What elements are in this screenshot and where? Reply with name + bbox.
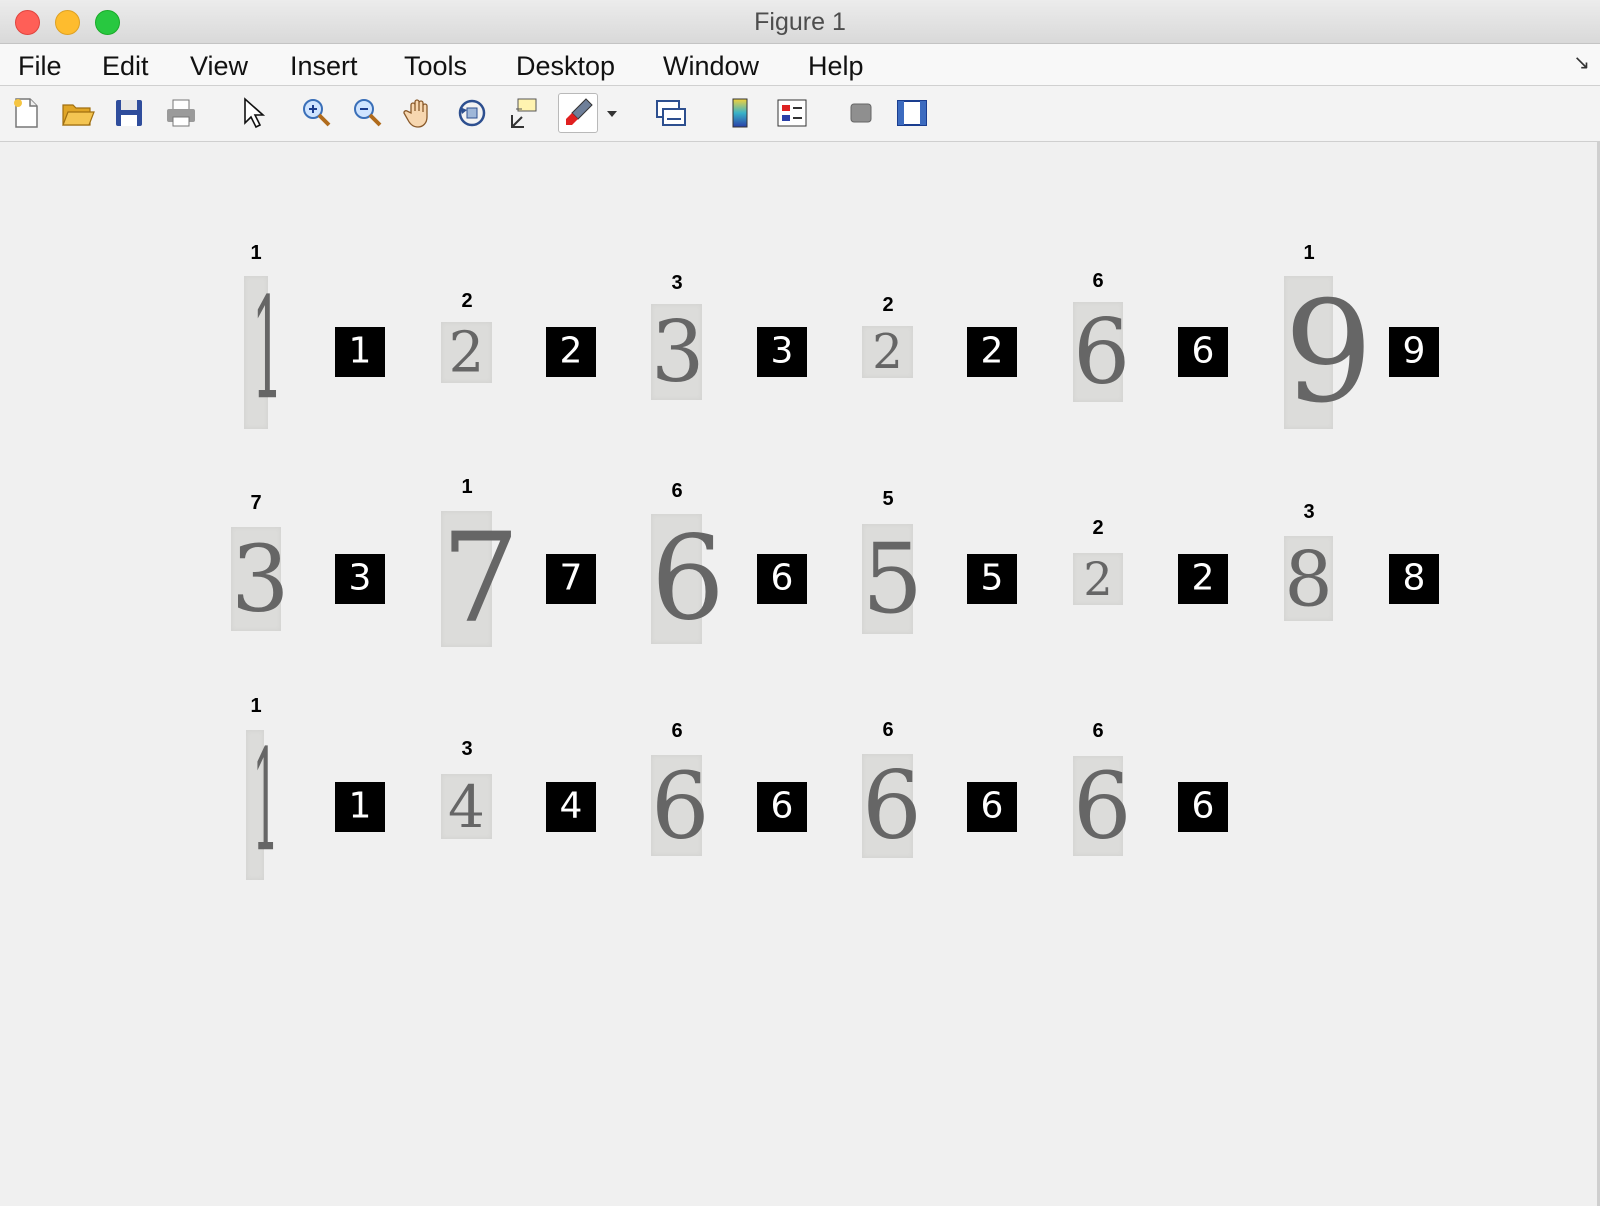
menu-tools[interactable]: Tools [404, 44, 467, 86]
subplot-title: 6 [1092, 270, 1104, 292]
menu-window[interactable]: Window [663, 44, 759, 86]
grayscale-digit-image: 1 [246, 720, 279, 883]
grayscale-digit-image: 2 [1073, 552, 1123, 606]
binary-digit-image: 3 [335, 554, 385, 604]
grayscale-digit-image: 6 [651, 511, 725, 647]
grayscale-digit-image: 2 [441, 320, 492, 385]
dock-arrow-icon[interactable]: ↘ [1573, 50, 1590, 75]
subplot-title: 1 [1303, 242, 1315, 264]
binary-digit-image: 1 [335, 782, 385, 832]
menu-edit[interactable]: Edit [102, 44, 149, 86]
figure-toolbar [0, 86, 1600, 142]
rotate-3d-icon[interactable] [454, 95, 490, 131]
subplot-title: 3 [461, 738, 473, 760]
grayscale-digit-image: 4 [441, 773, 492, 841]
grayscale-digit-image: 3 [231, 525, 290, 633]
brush-icon[interactable] [558, 93, 598, 133]
grayscale-digit-image: 6 [862, 751, 922, 861]
binary-digit-image: 6 [967, 782, 1017, 832]
data-cursor-icon[interactable] [506, 95, 542, 131]
binary-digit-image: 6 [757, 554, 807, 604]
menu-help[interactable]: Help [808, 44, 864, 86]
subplot-title: 5 [882, 488, 894, 510]
zoom-in-icon[interactable] [299, 95, 335, 131]
grayscale-digit-image: 2 [862, 324, 913, 380]
menu-bar: File Edit View Insert Tools Desktop Wind… [0, 44, 1600, 86]
binary-digit-image: 3 [757, 327, 807, 377]
grayscale-digit-image: 6 [1073, 752, 1132, 860]
subplot-title: 1 [461, 476, 473, 498]
grayscale-digit-image: 1 [244, 268, 283, 431]
hide-plot-tools-icon[interactable] [843, 95, 879, 131]
subplot-title: 1 [250, 242, 262, 264]
link-plot-icon[interactable] [653, 95, 689, 131]
menu-desktop[interactable]: Desktop [516, 44, 615, 86]
subplot-title: 7 [250, 492, 262, 514]
subplot-title: 1 [250, 695, 262, 717]
new-figure-icon[interactable] [8, 95, 44, 131]
binary-digit-image: 4 [546, 782, 596, 832]
subplot-title: 2 [882, 294, 894, 316]
menu-file[interactable]: File [18, 44, 62, 86]
subplot-title: 3 [1303, 501, 1315, 523]
binary-digit-image: 7 [546, 554, 596, 604]
binary-digit-image: 1 [335, 327, 385, 377]
binary-digit-image: 9 [1389, 327, 1439, 377]
colorbar-icon[interactable] [722, 95, 758, 131]
subplot-title: 6 [671, 720, 683, 742]
subplot-title: 6 [882, 719, 894, 741]
menu-view[interactable]: View [190, 44, 248, 86]
show-plot-tools-icon[interactable] [894, 95, 930, 131]
binary-digit-image: 5 [967, 554, 1017, 604]
title-bar: Figure 1 [0, 0, 1600, 44]
subplot-title: 6 [671, 480, 683, 502]
print-icon[interactable] [163, 95, 199, 131]
subplot-title: 2 [1092, 517, 1104, 539]
grayscale-digit-image: 8 [1284, 534, 1333, 623]
figure-canvas[interactable]: 1 1 1 2 2 2 3 3 3 2 2 2 6 6 6 1 9 9 7 3 … [0, 142, 1600, 1206]
save-icon[interactable] [111, 95, 147, 131]
select-arrow-icon[interactable] [235, 95, 271, 131]
grayscale-digit-image: 6 [1073, 299, 1131, 405]
subplot-title: 3 [671, 272, 683, 294]
binary-digit-image: 6 [1178, 782, 1228, 832]
subplot-title: 2 [461, 290, 473, 312]
binary-digit-image: 2 [546, 327, 596, 377]
binary-digit-image: 6 [757, 782, 807, 832]
brush-dropdown-icon[interactable] [603, 95, 621, 131]
pan-hand-icon[interactable] [402, 95, 438, 131]
grayscale-digit-image: 3 [651, 303, 705, 401]
binary-digit-image: 6 [1178, 327, 1228, 377]
binary-digit-image: 2 [967, 327, 1017, 377]
binary-digit-image: 8 [1389, 554, 1439, 604]
zoom-out-icon[interactable] [350, 95, 386, 131]
grayscale-digit-image: 9 [1284, 271, 1374, 434]
legend-icon[interactable] [774, 95, 810, 131]
binary-digit-image: 2 [1178, 554, 1228, 604]
grayscale-digit-image: 6 [651, 752, 710, 859]
open-file-icon[interactable] [59, 95, 95, 131]
window-title: Figure 1 [754, 8, 846, 36]
grayscale-digit-image: 5 [862, 523, 924, 635]
menu-insert[interactable]: Insert [290, 44, 358, 86]
grayscale-digit-image: 7 [441, 507, 520, 651]
subplot-title: 6 [1092, 720, 1104, 742]
